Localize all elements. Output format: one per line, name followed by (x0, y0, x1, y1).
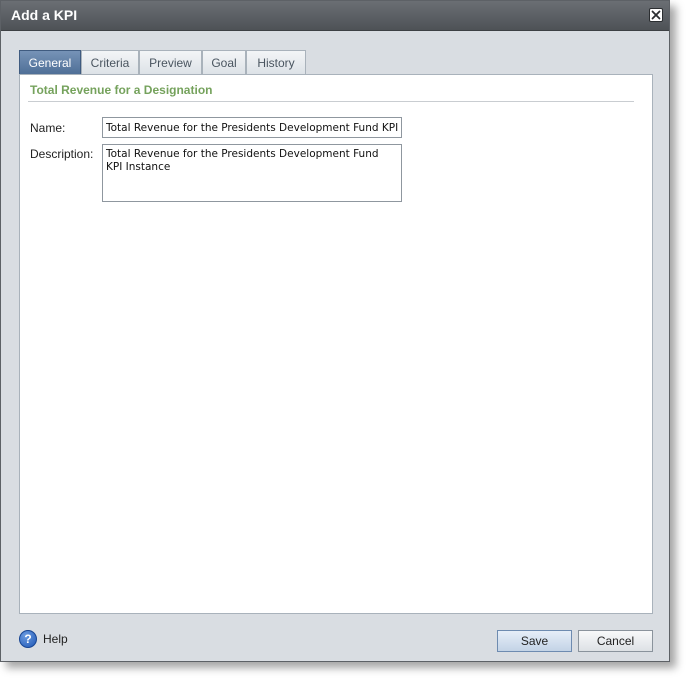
name-input[interactable] (102, 117, 402, 138)
section-divider (28, 101, 634, 102)
description-label: Description: (30, 147, 94, 161)
save-button[interactable]: Save (497, 630, 572, 652)
name-label: Name: (30, 121, 66, 135)
tab-general[interactable]: General (19, 50, 81, 74)
description-input[interactable]: Total Revenue for the Presidents Develop… (102, 144, 402, 202)
help-icon: ? (19, 630, 37, 648)
help-label: Help (43, 632, 68, 646)
section-title: Total Revenue for a Designation (30, 83, 213, 97)
tab-criteria[interactable]: Criteria (81, 50, 139, 74)
tab-preview[interactable]: Preview (139, 50, 202, 74)
tab-goal[interactable]: Goal (202, 50, 246, 74)
close-icon (651, 10, 661, 20)
close-button[interactable] (649, 8, 663, 22)
add-kpi-dialog: Add a KPI General Criteria Preview Goal … (0, 0, 670, 662)
dialog-titlebar: Add a KPI (1, 1, 669, 31)
dialog-title: Add a KPI (11, 7, 78, 23)
tab-history[interactable]: History (246, 50, 306, 74)
general-panel: Total Revenue for a Designation Name: De… (19, 74, 653, 614)
cancel-button[interactable]: Cancel (578, 630, 653, 652)
